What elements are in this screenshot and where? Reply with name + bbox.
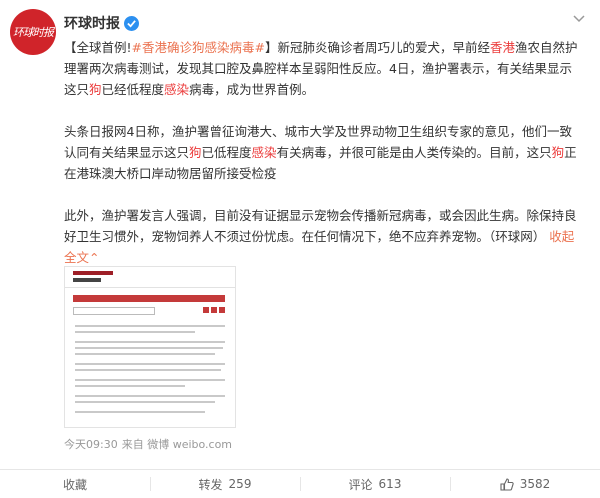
thumbnail-text-line [75,353,215,355]
post-meta: 今天09:30 来自 微博 weibo.com [64,436,232,452]
repost-count: 259 [228,477,252,491]
post-image-thumbnail[interactable] [64,266,236,428]
like-button[interactable]: 3582 [450,470,600,498]
comment-count: 613 [378,477,402,491]
collapse-text-link[interactable]: ⌃ [89,250,99,265]
avatar[interactable]: 环球时报 [10,9,56,55]
thumbnail-text-line [75,379,225,381]
hashtag-link[interactable]: #香港确诊狗感染病毒# [132,40,265,55]
keyword-highlight: 狗 [189,145,202,160]
keyword-highlight: 狗 [551,145,565,160]
thumbnail-share-icons [203,307,225,313]
post-text: 此外，渔护署发言人强调，目前没有证据显示宠物会传播新冠病毒，或会因此生病。除保持… [64,208,577,244]
post-text: 病毒，成为世界首例。 [189,82,315,97]
post-text: 有关病毒，并很可能是由人类传染的。目前，这只 [276,145,552,160]
post-paragraph-3: 此外，渔护署发言人强调，目前没有证据显示宠物会传播新冠病毒，或会因此生病。除保持… [64,205,584,268]
thumbnail-text-line [75,341,225,343]
thumbnail-logo [73,271,113,275]
account-name[interactable]: 环球时报 [64,13,120,33]
like-icon [500,477,514,491]
thumbnail-text-line [75,325,225,327]
repost-label: 转发 [198,477,223,492]
thumbnail-text-line [75,395,225,397]
collect-label: 收藏 [62,477,87,492]
repost-button[interactable]: 转发 259 [150,470,300,498]
collect-button[interactable]: 收藏 [0,470,150,498]
like-count: 3582 [519,477,551,491]
post-text: 【全球首例! [64,40,132,55]
thumbnail-header [65,267,235,288]
post-source: 来自 微博 weibo.com [121,438,233,451]
comment-label: 评论 [348,477,373,492]
keyword-highlight: 狗 [89,82,102,97]
post-paragraph-2: 头条日报网4日称，渔护署曾征询港大、城市大学及世界动物卫生组织专家的意见，他们一… [64,121,584,184]
post-body: 【全球首例!#香港确诊狗感染病毒#】新冠肺炎确诊者周巧儿的爱犬，早前经香港渔农自… [64,37,584,268]
avatar-logo-text: 环球时报 [13,26,54,39]
post-text: 已低程度 [201,145,252,160]
comment-button[interactable]: 评论 613 [300,470,450,498]
post-text: 】新冠肺炎确诊者周巧儿的爱犬，早前经 [264,40,490,55]
thumbnail-text-line [75,385,185,387]
chevron-down-icon[interactable] [572,12,586,26]
thumbnail-text-line [75,363,225,365]
keyword-highlight: 感染 [251,145,277,160]
thumbnail-title-box [73,307,155,315]
thumbnail-logo-sub [73,278,101,282]
action-bar: 收藏 转发 259 评论 613 3582 [0,469,600,498]
account-header: 环球时报 [64,13,139,33]
thumbnail-text-line [75,369,221,371]
thumbnail-text-line [75,347,223,349]
thumbnail-red-banner [73,295,225,302]
post-time[interactable]: 今天09:30 [64,436,118,452]
thumbnail-text-line [75,331,195,333]
keyword-highlight: 感染 [164,82,190,97]
verified-badge-icon [124,15,139,31]
thumbnail-text-line [75,401,215,403]
post-text: 已经低程度 [101,82,165,97]
keyword-highlight: 香港 [489,40,515,55]
post-paragraph-1: 【全球首例!#香港确诊狗感染病毒#】新冠肺炎确诊者周巧儿的爱犬，早前经香港渔农自… [64,37,584,100]
weibo-card: 环球时报 环球时报 【全球首例!#香港确诊狗感染病毒#】新冠肺炎确诊者周巧儿的爱… [0,0,600,498]
thumbnail-text-line [75,411,205,413]
